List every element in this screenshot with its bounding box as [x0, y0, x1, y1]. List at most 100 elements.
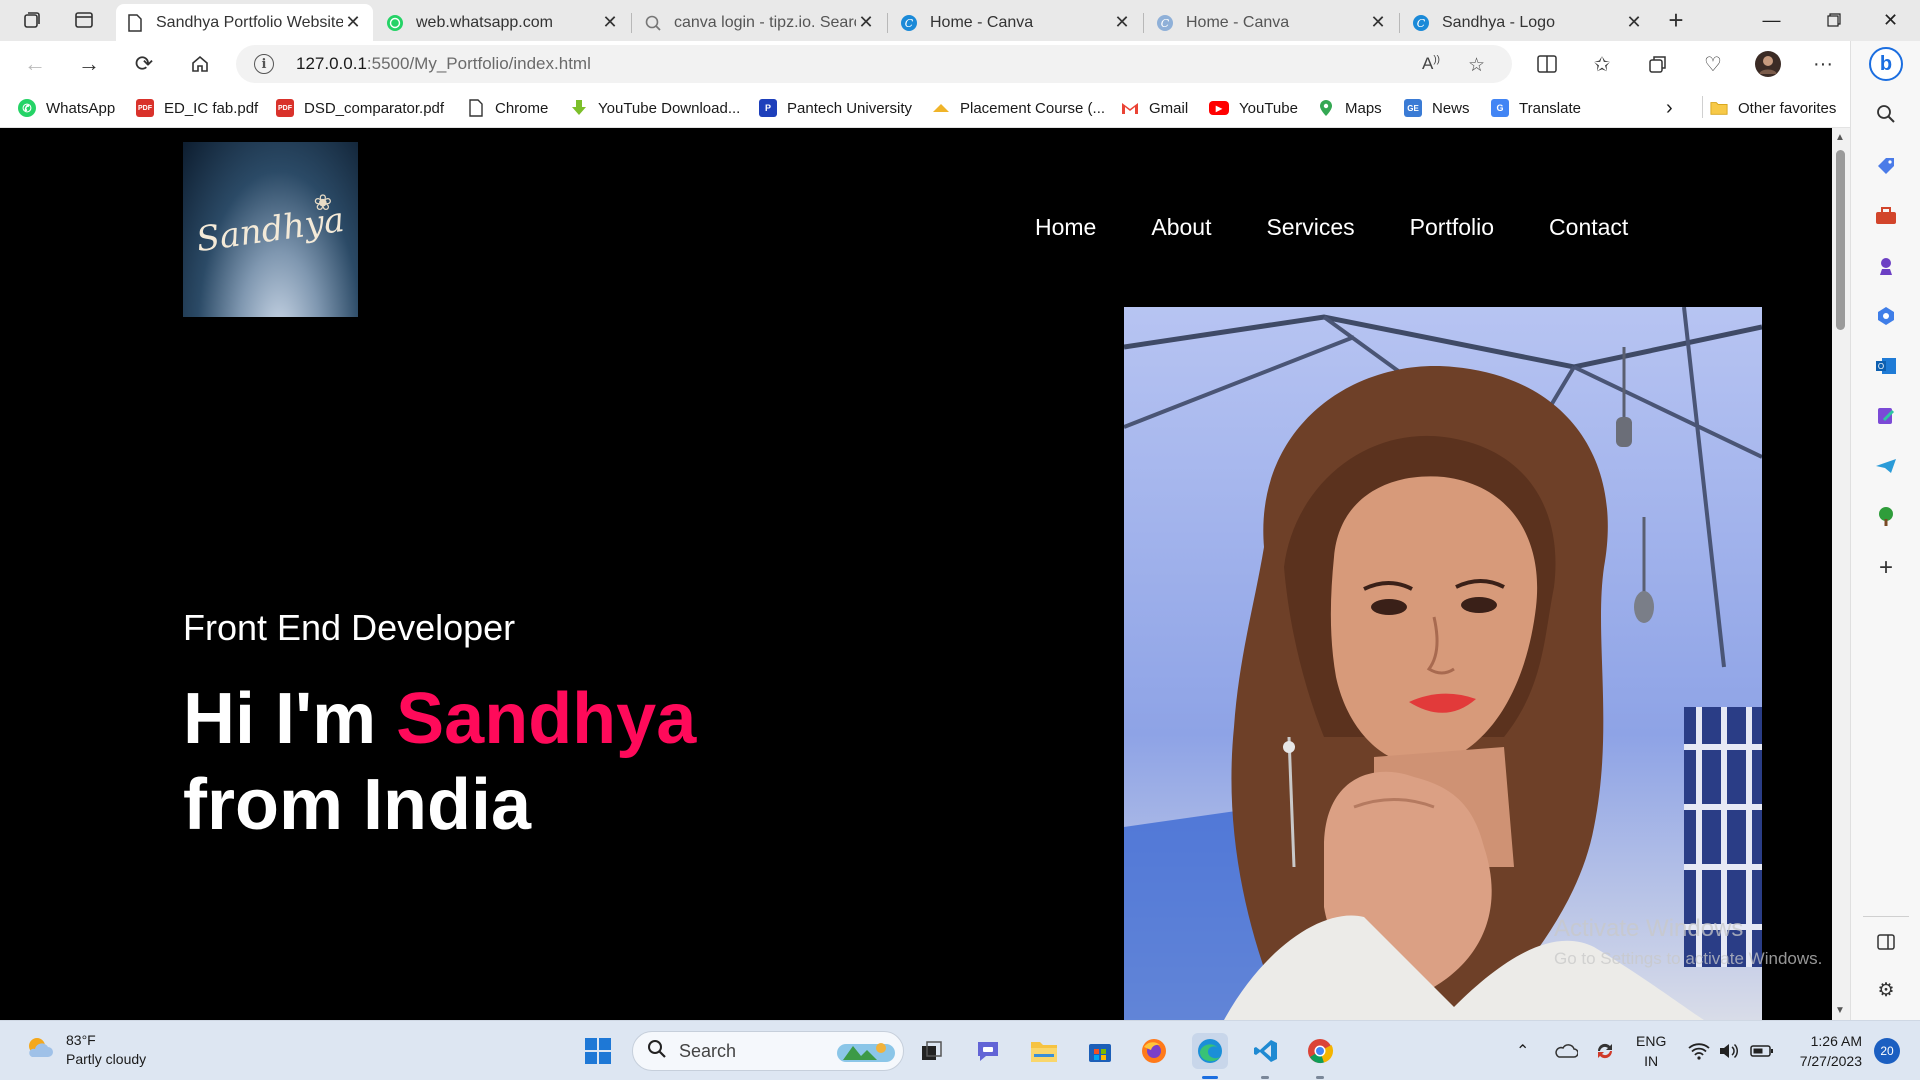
scroll-down-arrow-icon[interactable]: ▼: [1835, 1005, 1845, 1016]
weather-widget[interactable]: 83°F Partly cloudy: [24, 1031, 146, 1069]
bookmark-other-favorites[interactable]: Other favorites: [1710, 96, 1836, 120]
news-icon: GE: [1404, 99, 1422, 117]
bing-copilot-icon[interactable]: b: [1869, 47, 1903, 81]
forward-button[interactable]: →: [70, 46, 108, 82]
scroll-up-arrow-icon[interactable]: ▲: [1835, 132, 1845, 143]
task-view-icon[interactable]: [914, 1033, 950, 1069]
shopping-tag-icon[interactable]: [1873, 153, 1899, 179]
file-explorer-icon[interactable]: [1026, 1033, 1062, 1069]
bookmark-pantech[interactable]: P Pantech University: [759, 96, 912, 120]
show-hidden-icons-chevron-icon[interactable]: ⌃: [1516, 1021, 1529, 1080]
nav-contact[interactable]: Contact: [1549, 214, 1628, 241]
bookmark-youtube-download[interactable]: YouTube Download...: [570, 96, 740, 120]
bookmarks-overflow-chevron-icon[interactable]: ›: [1666, 96, 1673, 120]
taskbar-search[interactable]: Search: [632, 1031, 904, 1071]
bookmark-news[interactable]: GE News: [1404, 96, 1470, 120]
hide-sidebar-icon[interactable]: [1873, 929, 1899, 955]
microsoft-store-icon[interactable]: [1082, 1033, 1118, 1069]
volume-icon[interactable]: [1718, 1021, 1740, 1080]
telegram-icon[interactable]: [1873, 453, 1899, 479]
back-button[interactable]: ←: [16, 46, 54, 82]
canva-icon: C: [1412, 14, 1430, 32]
clock-time: 1:26 AM: [1810, 1033, 1862, 1049]
profile-avatar[interactable]: [1753, 49, 1783, 79]
site-logo[interactable]: ❀ Sandhya: [183, 142, 358, 317]
bookmark-maps[interactable]: Maps: [1317, 96, 1382, 120]
whatsapp-icon: [386, 14, 404, 32]
address-bar[interactable]: i 127.0.0.1:5500/My_Portfolio/index.html…: [236, 45, 1512, 83]
designer-icon[interactable]: [1873, 403, 1899, 429]
search-placeholder: Search: [679, 1040, 737, 1061]
collections-icon[interactable]: [1643, 49, 1673, 79]
tab-canva-search[interactable]: canva login - tipz.io. Search ✕: [634, 4, 886, 41]
split-screen-icon[interactable]: [1532, 49, 1562, 79]
nav-about[interactable]: About: [1151, 214, 1211, 241]
clock[interactable]: 1:26 AM 7/27/2023: [1790, 1021, 1862, 1080]
refresh-button[interactable]: ⟳: [125, 46, 163, 82]
vscode-icon[interactable]: [1248, 1033, 1284, 1069]
microsoft-365-icon[interactable]: [1873, 303, 1899, 329]
close-icon[interactable]: ✕: [1112, 12, 1132, 33]
tab-whatsapp[interactable]: web.whatsapp.com ✕: [376, 4, 630, 41]
tools-briefcase-icon[interactable]: [1873, 203, 1899, 229]
site-nav: Home About Services Portfolio Contact: [1035, 214, 1683, 241]
partly-cloudy-icon: [24, 1033, 54, 1068]
settings-gear-icon[interactable]: ⚙: [1873, 977, 1899, 1003]
edge-browser-icon[interactable]: [1192, 1033, 1228, 1069]
nav-portfolio[interactable]: Portfolio: [1410, 214, 1494, 241]
home-button[interactable]: [181, 46, 219, 82]
notification-badge[interactable]: 20: [1874, 1021, 1900, 1080]
close-window-button[interactable]: ✕: [1863, 0, 1918, 40]
favorites-icon[interactable]: ✩: [1587, 49, 1617, 79]
close-icon[interactable]: ✕: [343, 12, 363, 33]
pdf-icon: PDF: [276, 99, 294, 117]
bookmark-dsd-pdf[interactable]: PDF DSD_comparator.pdf: [276, 96, 444, 120]
close-icon[interactable]: ✕: [1368, 12, 1388, 33]
language-indicator[interactable]: ENG IN: [1636, 1021, 1666, 1080]
bookmark-ed-ic-pdf[interactable]: PDF ED_IC fab.pdf: [136, 96, 258, 120]
sync-icon[interactable]: [1594, 1021, 1616, 1080]
tree-icon[interactable]: [1873, 503, 1899, 529]
minimize-button[interactable]: —: [1744, 0, 1799, 40]
onedrive-cloud-icon[interactable]: [1554, 1021, 1578, 1080]
close-icon[interactable]: ✕: [600, 12, 620, 33]
bookmark-whatsapp[interactable]: ✆ WhatsApp: [18, 96, 115, 120]
bookmark-youtube[interactable]: ▶ YouTube: [1209, 96, 1298, 120]
tab-portfolio[interactable]: Sandhya Portfolio Website ✕: [116, 4, 373, 41]
wifi-icon[interactable]: [1688, 1021, 1710, 1080]
add-sidebar-app-icon[interactable]: +: [1873, 554, 1899, 581]
scrollbar-thumb[interactable]: [1836, 150, 1845, 330]
search-icon[interactable]: [1873, 101, 1899, 127]
svg-text:O: O: [1878, 362, 1884, 371]
url-text[interactable]: 127.0.0.1:5500/My_Portfolio/index.html: [296, 54, 591, 74]
close-icon[interactable]: ✕: [856, 12, 876, 33]
bookmark-placement-course[interactable]: Placement Course (...: [932, 96, 1105, 120]
read-aloud-icon[interactable]: A)): [1422, 54, 1440, 74]
teams-chat-icon[interactable]: [970, 1033, 1006, 1069]
battery-icon[interactable]: [1750, 1021, 1774, 1080]
games-icon[interactable]: [1873, 253, 1899, 279]
tab-title: Sandhya - Logo: [1442, 13, 1555, 31]
tab-canva-home-2[interactable]: C Home - Canva ✕: [1146, 4, 1398, 41]
windows-start-icon[interactable]: [580, 1033, 616, 1069]
chrome-icon[interactable]: [1302, 1033, 1338, 1069]
page-scrollbar[interactable]: ▲ ▼: [1832, 128, 1850, 1020]
new-tab-button[interactable]: +: [1656, 4, 1696, 36]
firefox-icon[interactable]: [1136, 1033, 1172, 1069]
bookmark-translate[interactable]: G Translate: [1491, 96, 1581, 120]
tab-actions-icon[interactable]: [64, 4, 104, 36]
workspaces-icon[interactable]: [12, 4, 52, 36]
favorite-star-icon[interactable]: ☆: [1468, 54, 1485, 77]
browser-essentials-icon[interactable]: ♡: [1698, 49, 1728, 79]
close-icon[interactable]: ✕: [1624, 12, 1644, 33]
tab-sandhya-logo[interactable]: C Sandhya - Logo ✕: [1402, 4, 1654, 41]
restore-button[interactable]: [1806, 0, 1861, 40]
more-menu-icon[interactable]: ···: [1808, 49, 1838, 79]
nav-home[interactable]: Home: [1035, 214, 1096, 241]
site-info-icon[interactable]: i: [254, 54, 274, 74]
bookmark-gmail[interactable]: Gmail: [1121, 96, 1188, 120]
tab-canva-home-1[interactable]: C Home - Canva ✕: [890, 4, 1142, 41]
bookmark-chrome[interactable]: Chrome: [467, 96, 548, 120]
outlook-icon[interactable]: O: [1873, 353, 1899, 379]
nav-services[interactable]: Services: [1266, 214, 1354, 241]
